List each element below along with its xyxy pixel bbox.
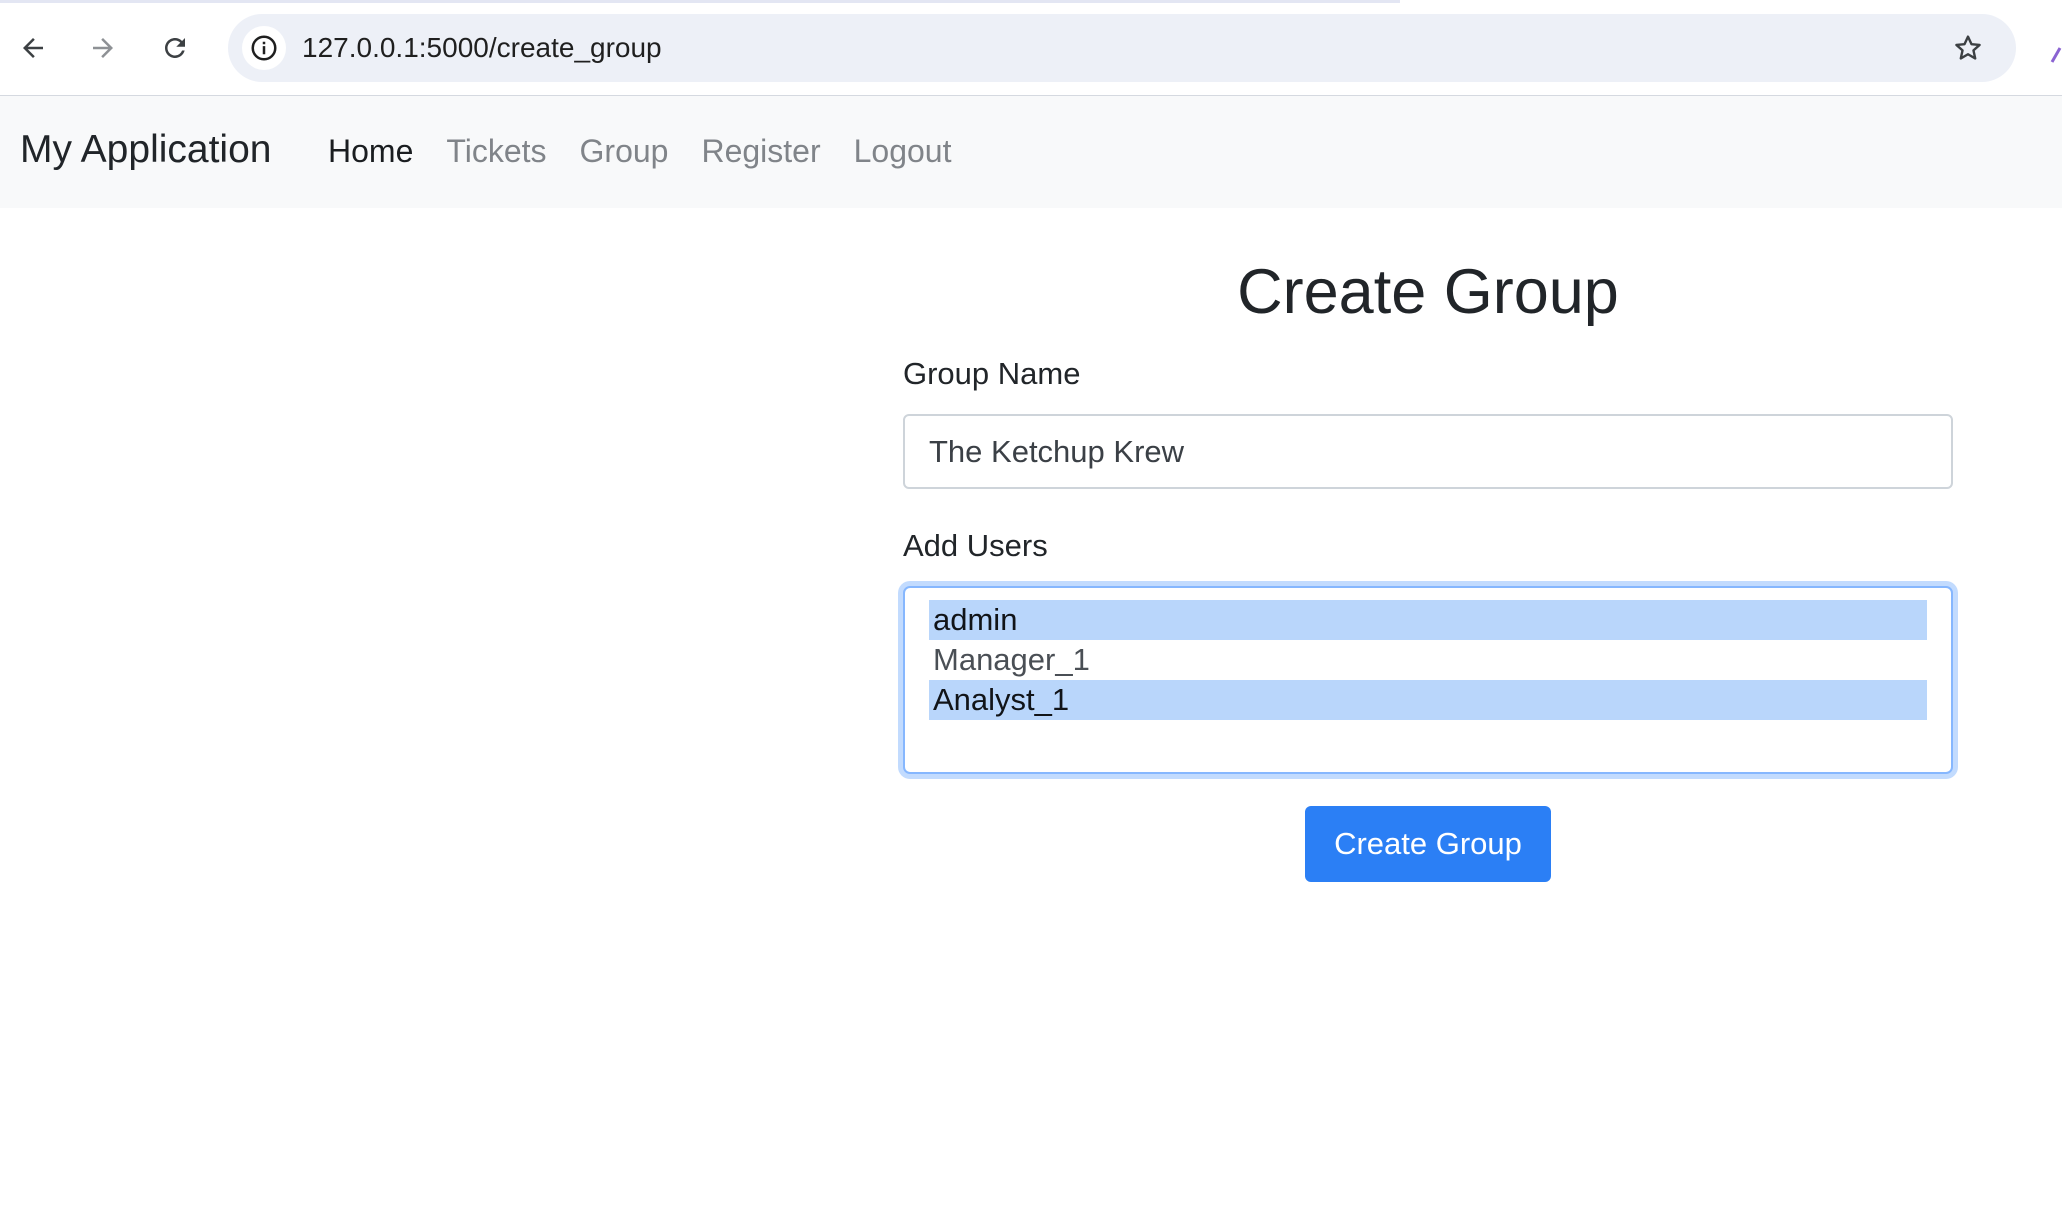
nav-link-logout[interactable]: Logout	[854, 133, 952, 170]
reload-icon	[165, 38, 185, 58]
create-group-button[interactable]: Create Group	[1305, 806, 1551, 882]
users-multiselect[interactable]: admin Manager_1 Analyst_1	[903, 586, 1953, 774]
arrow-right-icon	[93, 38, 113, 58]
reload-button[interactable]	[152, 25, 198, 71]
nav-link-home[interactable]: Home	[328, 133, 413, 170]
app-navbar: My Application Home Tickets Group Regist…	[0, 96, 2062, 208]
forward-button[interactable]	[80, 25, 126, 71]
group-name-input[interactable]	[903, 414, 1953, 489]
arrow-left-icon	[23, 38, 43, 58]
address-bar[interactable]: 127.0.0.1:5000/create_group	[228, 14, 2016, 82]
back-button[interactable]	[10, 25, 56, 71]
tab-strip-edge	[0, 0, 1400, 3]
url-text[interactable]: 127.0.0.1:5000/create_group	[302, 32, 662, 64]
user-option-admin[interactable]: admin	[929, 600, 1927, 640]
user-option-analyst-1[interactable]: Analyst_1	[929, 680, 1927, 720]
profile-edge-icon	[2050, 47, 2062, 63]
nav-link-register[interactable]: Register	[701, 133, 820, 170]
page-title: Create Group	[1237, 257, 1619, 327]
browser-toolbar: 127.0.0.1:5000/create_group	[0, 0, 2062, 96]
nav-link-tickets[interactable]: Tickets	[446, 133, 546, 170]
site-info-button[interactable]	[242, 26, 286, 70]
nav-link-group[interactable]: Group	[580, 133, 669, 170]
group-name-label: Group Name	[903, 356, 1081, 391]
nav-links: Home Tickets Group Register Logout	[328, 133, 951, 170]
user-option-manager-1[interactable]: Manager_1	[929, 640, 1927, 680]
info-icon	[251, 35, 277, 61]
bookmark-button[interactable]	[1948, 28, 1988, 68]
star-icon	[1955, 35, 1981, 60]
add-users-label: Add Users	[903, 528, 1048, 563]
navbar-brand[interactable]: My Application	[20, 128, 271, 172]
